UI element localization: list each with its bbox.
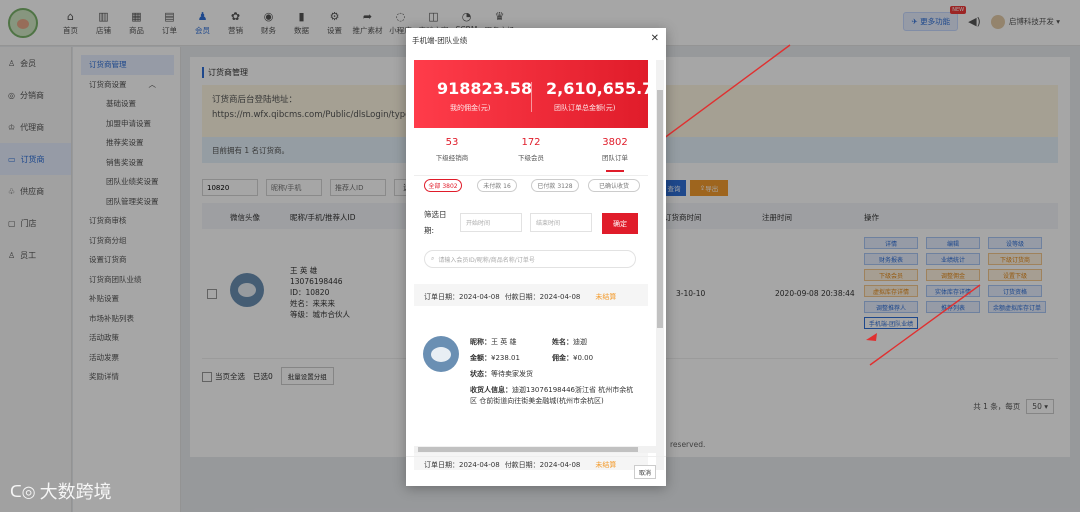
tab-paid[interactable]: 已付款 3128 (531, 179, 579, 192)
confirm-button[interactable]: 确定 (602, 213, 638, 234)
vertical-scrollbar[interactable] (656, 60, 664, 470)
horizontal-scrollbar[interactable] (414, 446, 656, 453)
team-order-total-label: 团队订单总金额(元) (554, 104, 616, 112)
cancel-button[interactable]: 取消 (634, 465, 656, 479)
end-date-input[interactable]: 结束时间 (530, 213, 592, 232)
order-search-input[interactable]: ⌕ 请输入会员ID/昵称/商品名称/订单号 (424, 250, 636, 268)
stat-team-orders[interactable]: 3802 团队订单 (585, 137, 645, 172)
order-header: 订单日期：2024-04-08 付款日期：2024-04-08 未结算 (414, 284, 648, 306)
stat-sub-dealers[interactable]: 53 下级经销商 (422, 137, 482, 162)
team-performance-modal: 手机端-团队业绩 ✕ 918823.58 我的佣金(元) 2,610,655.7… (406, 28, 666, 486)
search-icon: ⌕ (431, 255, 435, 262)
modal-title: 手机端-团队业绩 (412, 36, 468, 45)
commission-value: 918823.58 (437, 79, 533, 98)
stats-row: 53 下级经销商 172 下级会员 3802 团队订单 (414, 128, 648, 176)
commission-label: 我的佣金(元) (450, 104, 491, 112)
order-card: 昵称：王 英 雄姓名：迪迦 金额：¥238.01 佣金：¥0.00 状态：等待卖家… (414, 316, 648, 426)
earnings-banner: 918823.58 我的佣金(元) 2,610,655.73 团队订单总金额(元… (414, 60, 656, 128)
start-date-input[interactable]: 开始时间 (460, 213, 522, 232)
tab-received[interactable]: 已确认收货 (588, 179, 640, 192)
modal-body: 918823.58 我的佣金(元) 2,610,655.73 团队订单总金额(元… (414, 60, 656, 470)
tab-all[interactable]: 全部 3802 (424, 179, 462, 192)
date-filter-label: 筛选日期: (424, 210, 447, 235)
modal-footer: 取消 (406, 456, 666, 486)
settlement-status: 未结算 (595, 293, 617, 301)
order-avatar (423, 336, 459, 372)
stat-sub-members[interactable]: 172 下级会员 (501, 137, 561, 162)
close-icon[interactable]: ✕ (651, 33, 659, 44)
active-underline (606, 170, 624, 172)
tab-unpaid[interactable]: 未付款 16 (477, 179, 517, 192)
order-status-tabs: 全部 3802 未付款 16 已付款 3128 已确认收货 (414, 179, 654, 197)
team-order-total: 2,610,655.73 (546, 79, 656, 98)
